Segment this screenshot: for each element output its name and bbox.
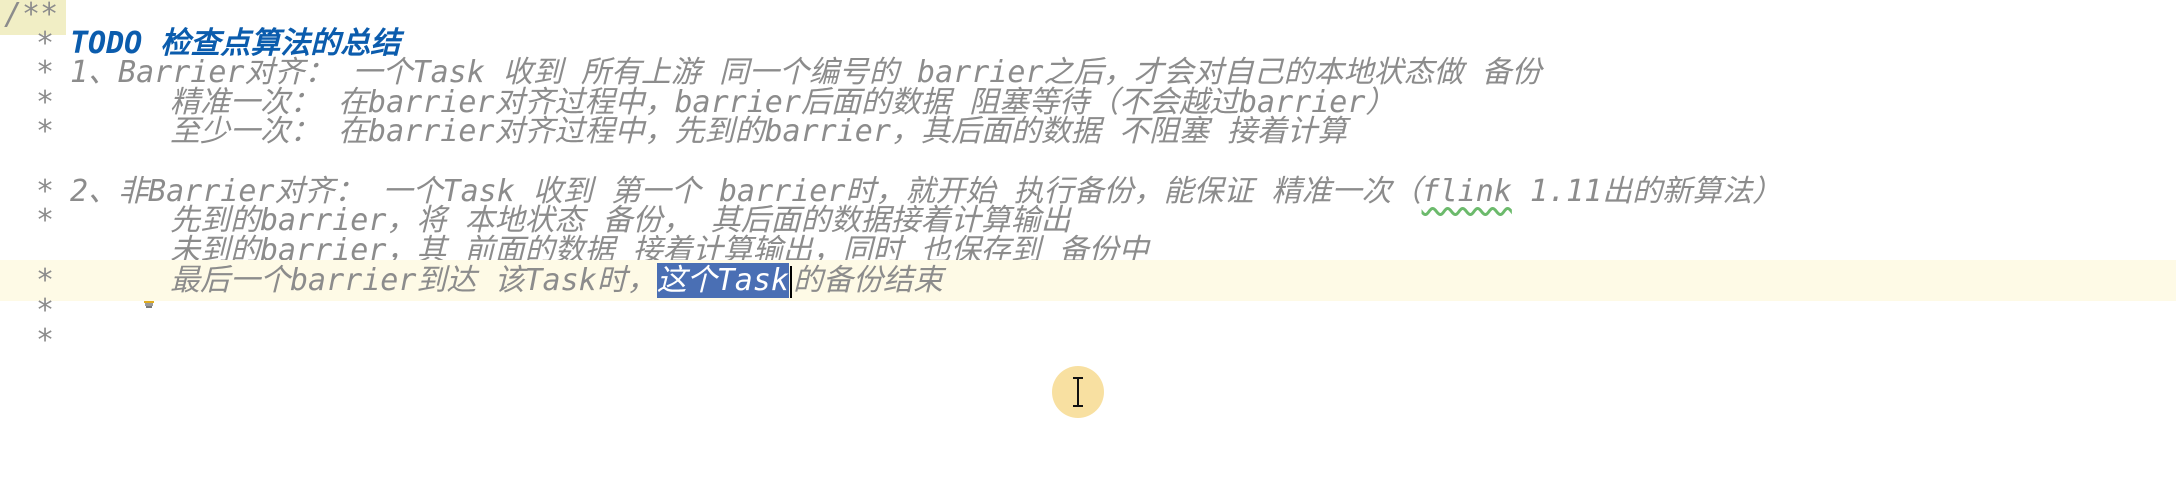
comment-star: * — [36, 323, 55, 358]
text-cursor-icon — [1070, 376, 1086, 408]
code-editor[interactable]: /** * TODO 检查点算法的总结 * 1、Barrier对齐： 一个Tas… — [0, 0, 2176, 484]
code-line-10[interactable]: * — [0, 320, 2176, 361]
